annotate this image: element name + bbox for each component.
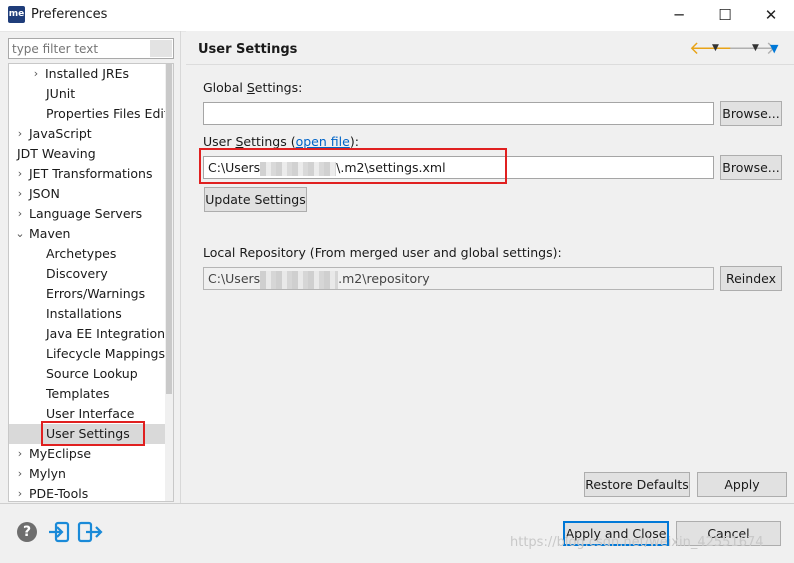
update-settings-button[interactable]: Update Settings bbox=[204, 187, 307, 212]
tree-item[interactable]: ⌄ Maven bbox=[9, 224, 169, 244]
tree-item[interactable]: › Installed JREs bbox=[9, 64, 169, 84]
restore-defaults-button[interactable]: Restore Defaults bbox=[584, 472, 690, 497]
global-browse-button[interactable]: Browse... bbox=[720, 101, 782, 126]
local-repository-field: C:\Users .m2\repository bbox=[203, 267, 714, 290]
tree-item[interactable]: Discovery bbox=[9, 264, 169, 284]
tree-item[interactable]: › Mylyn bbox=[9, 464, 169, 484]
apply-button[interactable]: Apply bbox=[697, 472, 787, 497]
view-menu-icon[interactable]: ▼ bbox=[770, 42, 778, 55]
tree-item-label: Lifecycle Mappings bbox=[46, 346, 165, 361]
tree-item-label: JavaScript bbox=[29, 126, 92, 141]
tree-item[interactable]: JUnit bbox=[9, 84, 169, 104]
app-icon: me bbox=[8, 6, 25, 23]
tree-item-label: Discovery bbox=[46, 266, 108, 281]
header-separator bbox=[186, 64, 794, 65]
tree-item[interactable]: › Language Servers bbox=[9, 204, 169, 224]
close-window-button[interactable]: ✕ bbox=[748, 0, 794, 31]
filter-box bbox=[8, 38, 174, 59]
tree-item-label: Errors/Warnings bbox=[46, 286, 146, 301]
local-repo-path-start: C:\Users bbox=[208, 271, 261, 286]
tree-item[interactable]: Archetypes bbox=[9, 244, 169, 264]
tree-item[interactable]: JDT Weaving bbox=[9, 144, 169, 164]
export-icon[interactable] bbox=[77, 520, 103, 544]
tree-item-label: JDT Weaving bbox=[17, 146, 96, 161]
expand-chevron-icon[interactable]: › bbox=[31, 64, 41, 84]
tree-item-label: Installations bbox=[46, 306, 122, 321]
tree-item-label: PDE-Tools bbox=[29, 486, 89, 501]
tree-item-label: Language Servers bbox=[29, 206, 143, 221]
tree-item[interactable]: Source Lookup bbox=[9, 364, 169, 384]
title-bar: me Preferences ─ ☐ ✕ bbox=[0, 0, 794, 32]
tree-item[interactable]: Templates bbox=[9, 384, 169, 404]
global-settings-field[interactable] bbox=[203, 102, 714, 125]
tree-item[interactable]: › JSON bbox=[9, 184, 169, 204]
user-settings-label: User Settings (open file): bbox=[203, 134, 359, 149]
local-repository-label: Local Repository (From merged user and g… bbox=[203, 245, 562, 260]
open-file-link[interactable]: open file bbox=[296, 134, 350, 149]
window-title: Preferences bbox=[31, 7, 108, 22]
help-icon[interactable]: ? bbox=[17, 522, 37, 542]
tree-item-label: Installed JREs bbox=[45, 66, 130, 81]
tree-item[interactable]: Java EE Integration bbox=[9, 324, 169, 344]
tree-scrollbar[interactable] bbox=[165, 64, 173, 501]
expand-chevron-icon[interactable]: › bbox=[15, 464, 25, 484]
watermark: https://blog.csdn.net/weixin_42551674 bbox=[510, 535, 764, 550]
expand-chevron-icon[interactable]: › bbox=[15, 164, 25, 184]
expand-chevron-icon[interactable]: › bbox=[15, 484, 25, 501]
tree-item[interactable]: Errors/Warnings bbox=[9, 284, 169, 304]
tree-item-label: JSON bbox=[29, 186, 60, 201]
tree-item-label: MyEclipse bbox=[29, 446, 92, 461]
tree-item[interactable]: Installations bbox=[9, 304, 169, 324]
tree-item[interactable]: › MyEclipse bbox=[9, 444, 169, 464]
global-settings-label: Global Settings: bbox=[203, 80, 303, 95]
tree-item-label: Archetypes bbox=[46, 246, 117, 261]
expand-chevron-icon[interactable]: › bbox=[15, 184, 25, 204]
page-title: User Settings bbox=[198, 42, 298, 57]
reindex-button[interactable]: Reindex bbox=[720, 266, 782, 291]
tree-item-label: JUnit bbox=[46, 86, 76, 101]
redacted-username bbox=[260, 270, 339, 289]
import-icon[interactable] bbox=[47, 520, 71, 544]
tree-item-label: Source Lookup bbox=[46, 366, 138, 381]
user-browse-button[interactable]: Browse... bbox=[720, 155, 782, 180]
tree-item[interactable]: Lifecycle Mappings bbox=[9, 344, 169, 364]
tree-item[interactable]: › PDE-Tools bbox=[9, 484, 169, 501]
filter-input[interactable] bbox=[10, 40, 154, 57]
panel-divider[interactable] bbox=[180, 31, 181, 503]
footer-separator bbox=[0, 503, 794, 504]
tree-item-label: Maven bbox=[29, 226, 71, 241]
tree-item[interactable]: › JavaScript bbox=[9, 124, 169, 144]
maximize-button[interactable]: ☐ bbox=[702, 0, 748, 31]
highlight-box-user-settings bbox=[41, 421, 145, 446]
expand-chevron-icon[interactable]: › bbox=[15, 204, 25, 224]
filter-clear-button[interactable] bbox=[150, 40, 172, 57]
tree-item-label: JET Transformations bbox=[29, 166, 153, 181]
minimize-button[interactable]: ─ bbox=[656, 0, 702, 31]
expand-chevron-icon[interactable]: › bbox=[15, 444, 25, 464]
highlight-box-user-settings-path bbox=[199, 148, 507, 184]
tree-item-label: Properties Files Edito bbox=[46, 106, 174, 121]
expand-chevron-icon[interactable]: › bbox=[15, 124, 25, 144]
tree-item-label: Mylyn bbox=[29, 466, 66, 481]
local-repo-path-end: .m2\repository bbox=[338, 271, 430, 286]
preference-tree[interactable]: › Installed JREs JUnit Properties Files Edi… bbox=[8, 63, 174, 502]
tree-item-label: Templates bbox=[46, 386, 110, 401]
collapse-chevron-icon[interactable]: ⌄ bbox=[15, 224, 25, 244]
tree-scroll-thumb[interactable] bbox=[166, 64, 172, 394]
forward-menu-chevron-icon[interactable]: ▼ bbox=[752, 43, 759, 53]
tree-item[interactable]: Properties Files Edito bbox=[9, 104, 173, 124]
tree-item[interactable]: › JET Transformations bbox=[9, 164, 169, 184]
tree-item-label: Java EE Integration bbox=[46, 326, 166, 341]
back-menu-chevron-icon[interactable]: ▼ bbox=[712, 43, 719, 53]
